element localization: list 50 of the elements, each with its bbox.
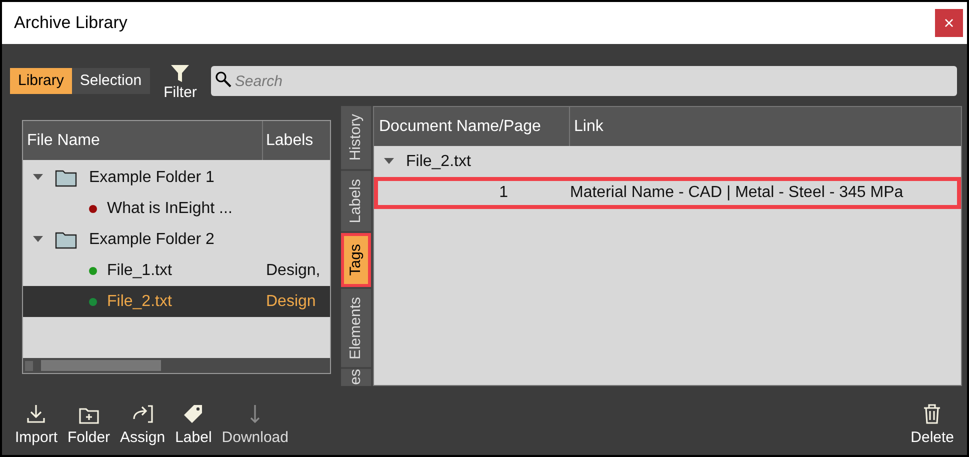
toolbar-button[interactable]: Folder (62, 404, 116, 449)
search-icon (214, 71, 233, 89)
side-tab[interactable]: Labels (341, 170, 371, 231)
group-name: File_2.txt (406, 152, 471, 172)
folder-name: Example Folder 1 (89, 168, 214, 188)
arrow-into-bracket-icon (130, 402, 155, 424)
tree-row[interactable]: File_2.txt Design (23, 286, 330, 317)
page-cell-text: 1 (498, 183, 509, 203)
horizontal-scrollbar[interactable] (23, 358, 330, 373)
toolbar-button[interactable]: Label (170, 402, 217, 449)
tag-icon (182, 402, 204, 424)
caret-down-icon[interactable] (384, 158, 394, 165)
toolbar-button[interactable]: Delete (906, 402, 959, 449)
group-row[interactable]: File_2.txt (374, 146, 961, 177)
file-labels: Design (265, 292, 316, 312)
mode-tab[interactable]: Library (10, 68, 72, 94)
side-tab[interactable]: History (341, 106, 371, 169)
side-tab[interactable]: Tags (341, 232, 371, 287)
download-tray-icon (25, 402, 48, 424)
side-tab[interactable]: es (341, 369, 371, 386)
mode-tab[interactable]: Selection (72, 68, 150, 94)
search-field[interactable]: Search (210, 66, 957, 96)
folder-icon (55, 168, 77, 186)
file-name: What is InEight ... (107, 198, 232, 218)
folder-name: Example Folder 2 (89, 230, 214, 250)
tree-row[interactable]: Example Folder 2 (23, 224, 330, 255)
caret-down-icon[interactable] (33, 236, 43, 243)
column-header[interactable]: Labels (263, 121, 330, 160)
arrow-down-icon (248, 402, 262, 424)
folder-icon (55, 230, 77, 248)
link-cell-text: Material Name - CAD | Metal - Steel - 345 MPa (570, 183, 904, 203)
funnel-icon (170, 64, 190, 84)
caret-down-icon[interactable] (33, 174, 43, 181)
file-name: File_1.txt (107, 260, 172, 280)
window-title: Archive Library (14, 12, 128, 34)
filter-button[interactable]: Filter (164, 60, 197, 102)
column-header[interactable]: Link (570, 107, 961, 146)
tree-row[interactable]: File_1.txt Design, (23, 255, 330, 286)
column-header[interactable]: File Name (23, 121, 263, 160)
file-name: File_2.txt (107, 292, 172, 312)
toolbar-button[interactable]: Import (10, 402, 63, 449)
tree-row[interactable]: Example Folder 1 (23, 162, 330, 193)
toolbar-button[interactable]: Assign (115, 402, 170, 449)
trash-icon (922, 402, 942, 424)
side-tab[interactable]: Elements (341, 288, 371, 368)
tree-row[interactable]: What is InEight ... (23, 193, 330, 224)
close-button[interactable]: × (935, 9, 963, 37)
column-header[interactable]: Document Name/Page (374, 107, 570, 146)
tag-row[interactable]: 1 Material Name - CAD | Metal - Steel - 345 MPa (374, 177, 961, 209)
file-labels: Design, (265, 260, 320, 280)
